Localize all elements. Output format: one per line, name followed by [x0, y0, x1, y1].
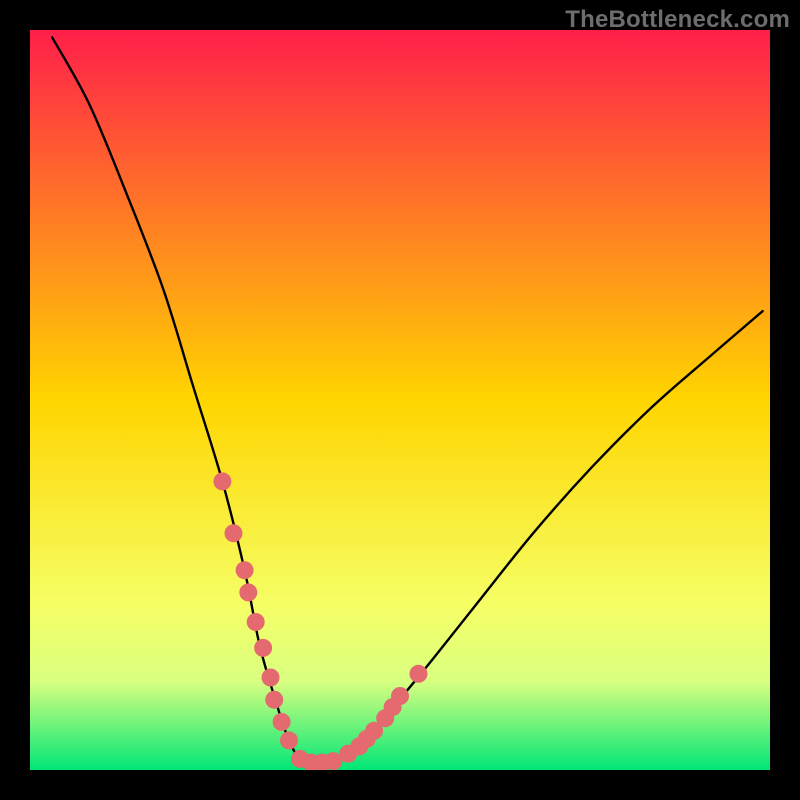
highlight-dots	[213, 472, 427, 770]
chart-stage: TheBottleneck.com	[0, 0, 800, 800]
curve-layer	[30, 30, 770, 770]
highlight-dot	[273, 713, 291, 731]
main-curve	[52, 37, 762, 765]
plot-area	[30, 30, 770, 770]
highlight-dot	[410, 665, 428, 683]
highlight-dot	[213, 472, 231, 490]
highlight-dot	[225, 524, 243, 542]
highlight-dot	[265, 691, 283, 709]
highlight-dot	[254, 639, 272, 657]
watermark-text: TheBottleneck.com	[565, 6, 790, 34]
highlight-dot	[239, 583, 257, 601]
highlight-dot	[247, 613, 265, 631]
highlight-dot	[391, 687, 409, 705]
highlight-dot	[280, 731, 298, 749]
highlight-dot	[262, 669, 280, 687]
highlight-dot	[236, 561, 254, 579]
